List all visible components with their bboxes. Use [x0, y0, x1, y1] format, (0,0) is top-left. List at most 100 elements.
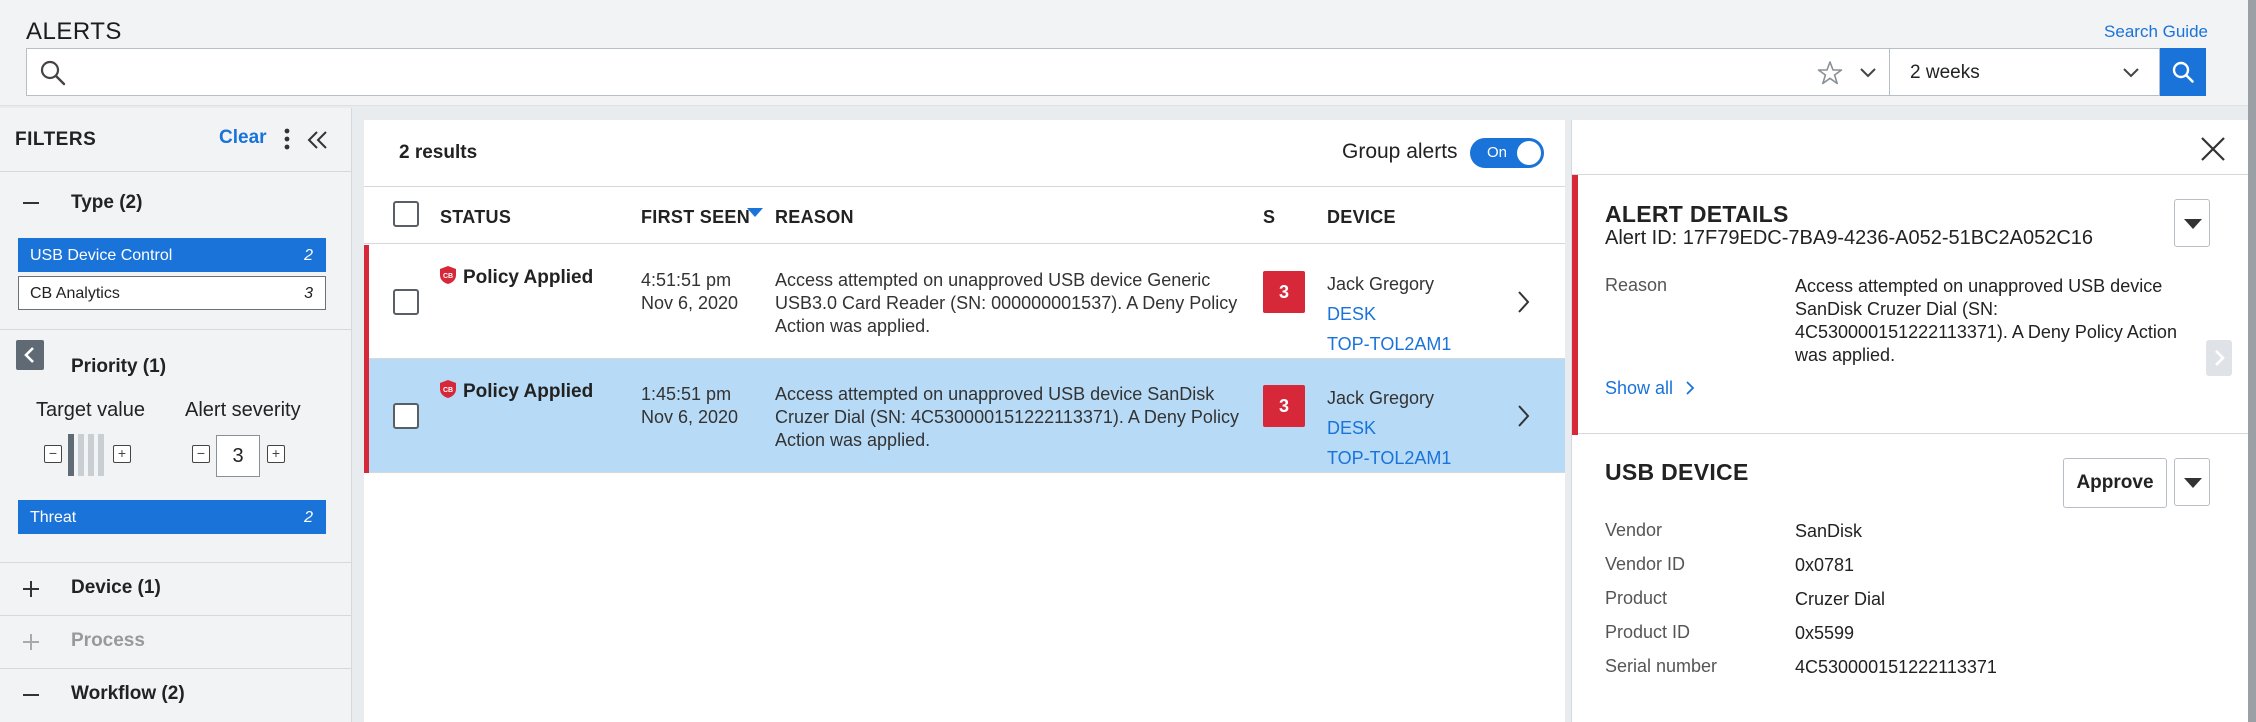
table-row[interactable]: CB Policy Applied 4:51:51 pm Nov 6, 2020… — [364, 245, 1565, 359]
filters-header: FILTERS Clear — [0, 108, 352, 172]
row-reason: Access attempted on unapproved USB devic… — [775, 270, 1238, 336]
chevron-left-icon — [24, 347, 34, 363]
minus-icon[interactable] — [20, 684, 42, 706]
expand-side-panel-button[interactable] — [2206, 340, 2232, 376]
severity-increment[interactable]: + — [267, 445, 285, 463]
target-value-increment[interactable]: + — [113, 445, 131, 463]
filter-priority-title: Priority (1) — [71, 356, 167, 377]
alert-details-title: ALERT DETAILS — [1605, 201, 1789, 227]
target-value-slider[interactable] — [68, 434, 104, 476]
severity-indicator — [1572, 175, 1578, 435]
row-first-seen: 4:51:51 pm Nov 6, 2020 — [641, 269, 738, 315]
sort-descending-icon[interactable] — [747, 208, 763, 218]
usb-field-value: Cruzer Dial — [1795, 589, 1886, 609]
search-button[interactable] — [2160, 48, 2206, 96]
filter-process-title: Process — [71, 630, 145, 651]
column-status[interactable]: STATUS — [440, 207, 511, 228]
group-alerts-toggle[interactable]: On — [1470, 138, 1544, 168]
filter-option-count: 2 — [304, 509, 313, 526]
usb-field-key: Product ID — [1605, 622, 1691, 642]
priority-back-button[interactable] — [16, 340, 44, 370]
severity-badge: 3 — [1263, 271, 1305, 313]
row-status: CB Policy Applied — [439, 379, 593, 403]
row-checkbox[interactable] — [393, 403, 419, 429]
reason-value: Access attempted on unapproved USB devic… — [1795, 276, 2177, 365]
policy-shield-icon: CB — [440, 266, 456, 284]
row-time: 4:51:51 pm — [641, 270, 732, 290]
search-bar — [26, 48, 1890, 96]
target-value-decrement[interactable]: − — [44, 445, 62, 463]
chevron-down-icon[interactable] — [1857, 63, 1879, 83]
filter-option-usb-device-control[interactable]: USB Device Control 2 — [18, 238, 326, 272]
usb-field-value: 0x5599 — [1795, 623, 1855, 643]
more-options-icon[interactable] — [281, 126, 293, 152]
page-title: ALERTS — [26, 18, 122, 45]
filter-option-label: Threat — [30, 509, 77, 526]
severity-indicator — [364, 245, 369, 359]
filter-device-title: Device (1) — [71, 577, 161, 598]
row-date: Nov 6, 2020 — [641, 293, 739, 313]
column-reason[interactable]: REASON — [775, 207, 854, 228]
filter-option-count: 2 — [304, 247, 313, 264]
caret-down-icon — [2184, 478, 2202, 488]
row-device: Jack Gregory DESK TOP-TOL2AM1 — [1327, 269, 1487, 359]
approve-button[interactable]: Approve — [2063, 458, 2167, 508]
minus-icon[interactable] — [20, 192, 42, 214]
star-icon[interactable] — [1817, 60, 1843, 86]
column-severity[interactable]: S — [1263, 207, 1275, 228]
column-first-seen[interactable]: FIRST SEEN — [641, 207, 750, 228]
search-guide-link[interactable]: Search Guide — [2104, 22, 2208, 42]
close-icon[interactable] — [2198, 134, 2228, 164]
show-all-link[interactable]: Show all — [1605, 378, 1696, 399]
device-link-cont[interactable]: TOP-TOL2AM1 — [1327, 334, 1451, 354]
window-scrollbar[interactable] — [2248, 0, 2256, 722]
row-status: CB Policy Applied — [439, 265, 593, 289]
severity-decrement[interactable]: − — [192, 445, 210, 463]
row-reason: Access attempted on unapproved USB devic… — [775, 384, 1239, 450]
device-link-cont[interactable]: TOP-TOL2AM1 — [1327, 448, 1451, 468]
alert-actions-dropdown[interactable] — [2174, 199, 2210, 247]
row-user: Jack Gregory — [1327, 388, 1435, 408]
alert-details-section: ALERT DETAILS Alert ID: 17F79EDC-7BA9-42… — [1572, 174, 2256, 435]
severity-input[interactable]: 3 — [216, 435, 260, 477]
filter-section-type: Type (2) USB Device Control 2 CB Analyti… — [0, 172, 352, 330]
results-count: 2 results — [399, 142, 478, 163]
search-input[interactable] — [81, 49, 1781, 95]
select-all-checkbox[interactable] — [393, 201, 419, 227]
chevron-right-icon[interactable] — [1516, 289, 1530, 315]
show-all-label: Show all — [1605, 378, 1674, 398]
row-first-seen: 1:45:51 pm Nov 6, 2020 — [641, 383, 738, 429]
usb-field-key: Vendor — [1605, 520, 1663, 540]
filter-option-label: CB Analytics — [30, 285, 120, 302]
row-user: Jack Gregory — [1327, 274, 1435, 294]
filter-option-cb-analytics[interactable]: CB Analytics 3 — [18, 276, 326, 310]
column-device[interactable]: DEVICE — [1327, 207, 1396, 228]
plus-icon — [23, 634, 39, 650]
policy-shield-icon: CB — [440, 380, 456, 398]
filter-section-workflow: Workflow (2) — [0, 669, 352, 722]
clear-filters-link[interactable]: Clear — [219, 127, 267, 149]
alert-id: Alert ID: 17F79EDC-7BA9-4236-A052-51BC2A… — [1605, 227, 2094, 249]
plus-icon[interactable] — [20, 578, 42, 600]
time-range-select[interactable]: 2 weeks — [1890, 48, 2160, 96]
group-alerts-label: Group alerts — [1342, 140, 1458, 163]
toggle-state-label: On — [1487, 144, 1508, 161]
details-panel: ALERT DETAILS Alert ID: 17F79EDC-7BA9-42… — [1571, 120, 2256, 722]
filter-type-title: Type (2) — [71, 192, 143, 213]
usb-field-value: SanDisk — [1795, 521, 1863, 541]
time-range-value: 2 weeks — [1910, 62, 1980, 83]
table-row[interactable]: CB Policy Applied 1:45:51 pm Nov 6, 2020… — [364, 359, 1565, 473]
filters-title: FILTERS — [15, 129, 97, 150]
page-header: ALERTS Search Guide 2 weeks — [0, 0, 2256, 106]
usb-device-title: USB DEVICE — [1605, 459, 1749, 485]
device-link[interactable]: DESK — [1327, 418, 1376, 438]
filter-option-threat[interactable]: Threat 2 — [18, 500, 326, 534]
chevron-right-icon[interactable] — [1516, 403, 1530, 429]
usb-field-value: 0x0781 — [1795, 555, 1855, 575]
table-header: STATUS FIRST SEEN REASON S DEVICE — [364, 186, 1565, 244]
usb-actions-dropdown[interactable] — [2174, 458, 2210, 506]
row-checkbox[interactable] — [393, 289, 419, 315]
device-link[interactable]: DESK — [1327, 304, 1376, 324]
target-value-label: Target value — [36, 399, 145, 421]
collapse-panel-icon[interactable] — [305, 128, 331, 152]
